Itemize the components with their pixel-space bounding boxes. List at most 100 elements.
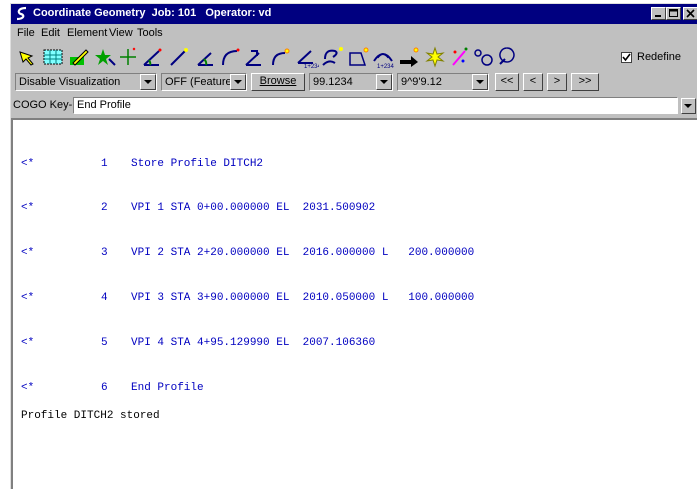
- arc-angle-tool[interactable]: [195, 45, 219, 69]
- log-text: End Profile: [131, 382, 204, 394]
- minimize-button[interactable]: [651, 7, 666, 20]
- chevron-down-icon: [476, 80, 484, 84]
- maximize-icon: [669, 9, 678, 17]
- box-spark-icon: [349, 47, 369, 66]
- nav-next-button[interactable]: >: [547, 73, 567, 91]
- arrow-spark-tool[interactable]: [397, 45, 421, 69]
- plus-point-icon: [120, 47, 136, 65]
- feature-dropdown-button[interactable]: [230, 74, 246, 90]
- curve-spark-icon: [272, 48, 290, 66]
- maximize-button[interactable]: [666, 7, 681, 20]
- spiral-tool[interactable]: [321, 45, 345, 69]
- log-marker: <*: [21, 247, 35, 259]
- log-text: VPI 3 STA 3+90.000000 EL 2010.050000 L 1…: [131, 292, 475, 304]
- log-text: Store Profile DITCH2: [131, 158, 264, 170]
- menu-tools[interactable]: Tools: [137, 27, 163, 39]
- redefine-checkbox[interactable]: [621, 52, 632, 63]
- angle-select[interactable]: 9^9'9.12: [397, 73, 489, 91]
- chevron-down-icon: [684, 104, 692, 108]
- grid-select-tool[interactable]: [41, 45, 65, 69]
- log-marker: <*: [21, 202, 35, 214]
- log-status: Profile DITCH2 stored: [21, 410, 160, 422]
- chevron-down-icon: [234, 80, 242, 84]
- nav-first-button[interactable]: <<: [495, 73, 519, 91]
- line-angle-icon: [143, 48, 162, 66]
- arc-angle-icon: [197, 52, 213, 66]
- title-bar[interactable]: Coordinate Geometry Job: 101 Operator: v…: [11, 4, 697, 24]
- magic-wand-icon: [452, 47, 468, 66]
- station-arc-icon: 1+234: [373, 53, 395, 70]
- menu-element[interactable]: Element: [67, 27, 107, 39]
- station-curve-icon: 1+234: [297, 50, 322, 70]
- arrow-spark-icon: [400, 47, 419, 67]
- station-curve-tool[interactable]: 1+234: [295, 45, 322, 70]
- output-log[interactable]: <* 1 Store Profile DITCH2 <* 2 VPI 1 STA…: [11, 118, 697, 489]
- log-marker: <*: [21, 158, 35, 170]
- edit-pencil-icon: [70, 49, 89, 66]
- edit-tool[interactable]: [67, 45, 91, 69]
- close-button[interactable]: [683, 7, 697, 20]
- keyin-input[interactable]: End Profile: [73, 97, 678, 114]
- feature-value: OFF (Feature): [165, 76, 236, 88]
- magic-wand-tool[interactable]: [447, 45, 471, 69]
- angle-dropdown-button[interactable]: [472, 74, 488, 90]
- tool-bar: 1+234 1+234 Redefine: [11, 42, 697, 70]
- plus-point-tool[interactable]: [117, 45, 141, 69]
- menu-view[interactable]: View: [109, 27, 133, 39]
- nav-last-button[interactable]: >>: [571, 73, 599, 91]
- log-number: 4: [101, 292, 108, 304]
- feature-select[interactable]: OFF (Feature): [161, 73, 247, 91]
- log-number: 1: [101, 158, 108, 170]
- chevron-down-icon: [144, 80, 152, 84]
- log-text: VPI 2 STA 2+20.000000 EL 2016.000000 L 2…: [131, 247, 475, 259]
- menu-bar: File Edit Element View Tools: [11, 24, 697, 42]
- station-arc-tool[interactable]: 1+234: [371, 45, 395, 70]
- visualization-value: Disable Visualization: [19, 76, 121, 88]
- lasso-tool[interactable]: [471, 45, 495, 69]
- arc-bracket-icon: [245, 50, 261, 66]
- log-number: 2: [101, 202, 108, 214]
- controls-row: Disable Visualization OFF (Feature) Brow…: [11, 72, 697, 94]
- arc-bracket-tool[interactable]: [243, 45, 267, 69]
- box-spark-tool[interactable]: [347, 45, 371, 69]
- log-marker: <*: [21, 292, 35, 304]
- select-tool[interactable]: [15, 45, 39, 69]
- locate-tool[interactable]: [495, 45, 519, 69]
- line-icon: [170, 48, 188, 66]
- distance-select[interactable]: 99.1234: [309, 73, 393, 91]
- keyin-dropdown-button[interactable]: [681, 98, 696, 114]
- menu-edit[interactable]: Edit: [41, 27, 60, 39]
- nav-prev-button[interactable]: <: [523, 73, 543, 91]
- angle-value: 9^9'9.12: [401, 76, 442, 88]
- log-text: VPI 4 STA 4+95.129990 EL 2007.106360: [131, 337, 376, 349]
- window-title: Coordinate Geometry Job: 101 Operator: v…: [33, 7, 272, 19]
- line-tool[interactable]: [167, 45, 191, 69]
- keyin-row: COGO Key-in: End Profile: [11, 96, 697, 116]
- lasso-icon: [474, 49, 493, 66]
- svg-text:1+234: 1+234: [304, 64, 319, 69]
- visualization-select[interactable]: Disable Visualization: [15, 73, 157, 91]
- keyin-value: End Profile: [77, 99, 131, 111]
- redefine-label: Redefine: [637, 51, 682, 63]
- visualization-dropdown-button[interactable]: [140, 74, 156, 90]
- star-point-icon: [95, 49, 116, 66]
- log-text: VPI 1 STA 0+00.000000 EL 2031.500902: [131, 202, 376, 214]
- browse-button[interactable]: Browse: [251, 73, 305, 91]
- grid-select-icon: [43, 49, 63, 65]
- cogo-window: Coordinate Geometry Job: 101 Operator: v…: [10, 3, 697, 489]
- log-number: 5: [101, 337, 108, 349]
- curve-tool[interactable]: [219, 45, 243, 69]
- spiral-icon: [322, 47, 343, 66]
- burst-icon: [425, 46, 445, 68]
- log-marker: <*: [21, 382, 35, 394]
- curve-spark-tool[interactable]: [269, 45, 293, 69]
- distance-dropdown-button[interactable]: [376, 74, 392, 90]
- star-point-tool[interactable]: [93, 45, 117, 69]
- app-icon: [14, 6, 29, 21]
- burst-tool[interactable]: [423, 45, 447, 69]
- close-icon: [686, 9, 695, 18]
- checkmark-icon: [622, 53, 631, 62]
- curve-icon: [222, 48, 240, 66]
- menu-file[interactable]: File: [17, 27, 35, 39]
- line-angle-tool[interactable]: [141, 45, 165, 69]
